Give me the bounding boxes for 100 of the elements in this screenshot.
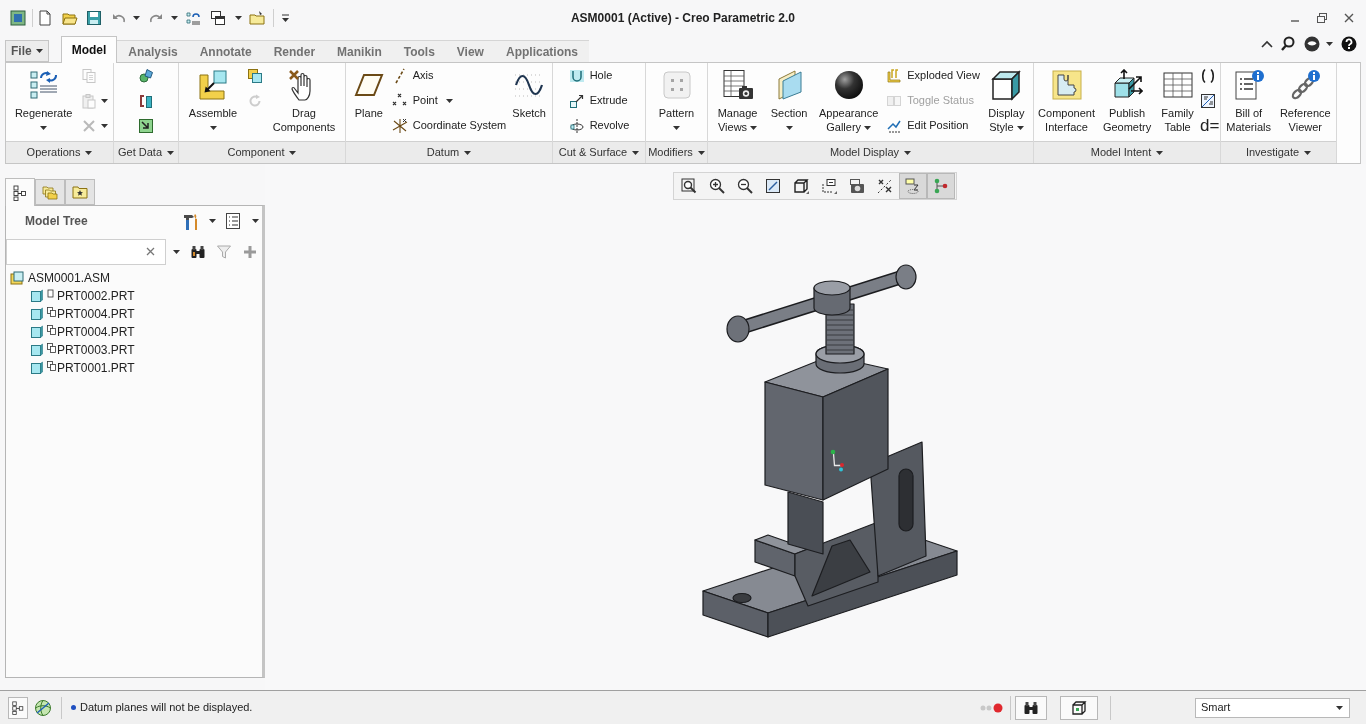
caret-icon (85, 150, 93, 155)
ribbon-button[interactable]: Regenerate (10, 63, 77, 134)
assemble-icon (197, 69, 229, 101)
ribbon-button[interactable]: Appearance Gallery (815, 63, 882, 134)
windows-icon[interactable] (210, 10, 226, 26)
ribbon-button[interactable]: Edit Position (886, 117, 969, 134)
ribbon-button[interactable]: Sketch (507, 63, 552, 120)
chain-info-icon (1289, 69, 1322, 101)
caret-icon (1326, 42, 1333, 46)
ribbon-button[interactable]: Display Style (984, 63, 1029, 134)
caret-icon (464, 150, 472, 155)
clear-icon[interactable] (146, 247, 155, 256)
record-indicator-icon (980, 702, 1004, 713)
ribbon-button[interactable]: Hole (568, 67, 613, 84)
puzzle-icon (1050, 69, 1083, 101)
part-icon (30, 289, 44, 303)
tag-icon (905, 178, 921, 194)
assembly-icon (10, 271, 24, 285)
sphere-icon (832, 69, 865, 101)
open-folder-icon[interactable] (62, 10, 78, 26)
ribbon-button[interactable]: Extrude (568, 92, 628, 109)
ribbon-button[interactable]: Reference Viewer (1276, 63, 1335, 134)
zoom-out-icon (737, 178, 753, 194)
ribbon-button[interactable]: Assemble (185, 63, 241, 134)
extrude-icon (568, 92, 585, 109)
panel-title: Model Tree (25, 213, 88, 230)
tree-item[interactable]: PRT0003.PRT (6, 341, 262, 359)
ribbon-button[interactable]: Section (767, 63, 812, 134)
shapes-icon[interactable] (138, 67, 154, 84)
ribbon-button[interactable]: Axis (391, 67, 434, 84)
list-settings-icon[interactable] (225, 212, 241, 230)
group-menu-button[interactable]: Datum (426, 144, 472, 161)
tree-item[interactable]: PRT0004.PRT (6, 323, 262, 341)
selection-button[interactable] (1060, 695, 1098, 720)
ribbon-button[interactable]: Family Table (1155, 63, 1200, 134)
brackets-icon[interactable] (1200, 67, 1217, 84)
find-button[interactable] (1015, 695, 1047, 720)
hole-icon (568, 67, 585, 84)
ribbon-button[interactable]: Drag Components (269, 63, 339, 134)
ribbon-tab[interactable]: Analysis (117, 40, 189, 62)
ribbon-button[interactable]: Component Interface (1034, 63, 1099, 134)
folder-icon[interactable] (249, 10, 265, 26)
ribbon-button[interactable]: Publish Geometry (1099, 63, 1156, 134)
navigator-tab[interactable] (5, 178, 35, 206)
binoculars-icon[interactable] (190, 243, 206, 260)
ribbon-tab[interactable]: Tools (392, 40, 446, 62)
zoom-in-icon (709, 178, 725, 194)
boxes-icon[interactable] (247, 67, 263, 84)
ribbon-button[interactable]: Coordinate System (391, 117, 507, 134)
part-icon (30, 325, 44, 339)
ribbon-tab[interactable]: View (445, 40, 495, 62)
tree-item[interactable]: ASM0001.ASM (6, 269, 262, 287)
ribbon-tab[interactable]: Render (262, 40, 327, 62)
ribbon-tab[interactable]: Annotate (188, 40, 263, 62)
nodes-icon (933, 178, 949, 194)
ribbon-button[interactable]: Revolve (568, 117, 630, 134)
help-icon[interactable] (1341, 36, 1357, 52)
tree-item[interactable]: PRT0001.PRT (6, 359, 262, 377)
plus-icon[interactable] (243, 244, 257, 259)
ribbon-tab[interactable]: Applications (494, 40, 589, 62)
tree-icon (11, 700, 25, 715)
ribbon-tab[interactable]: Model (60, 36, 118, 63)
bracket-bar-icon[interactable] (138, 92, 154, 109)
formula-button[interactable]: d= (1200, 117, 1220, 134)
regenerate-icon[interactable] (185, 10, 201, 26)
ribbon-button[interactable]: Exploded View (886, 67, 980, 84)
caret-icon (167, 150, 174, 155)
repaint-icon (765, 178, 781, 194)
tree-item[interactable]: PRT0004.PRT (6, 305, 262, 323)
customize-caret-icon[interactable] (281, 13, 290, 23)
list-info-icon (1232, 69, 1265, 101)
group-menu-button[interactable]: Model Display (829, 144, 912, 161)
dashed-frame-icon (821, 178, 837, 194)
circle-badge-icon[interactable] (1304, 36, 1320, 52)
ribbon-button[interactable]: Bill of Materials (1222, 63, 1275, 134)
new-file-icon[interactable] (37, 10, 53, 26)
ribbon-tab[interactable]: Manikin (326, 40, 393, 62)
cube-outline-icon (793, 178, 809, 194)
coordinate-system-icon (391, 117, 408, 134)
caret-icon (904, 150, 912, 155)
caret-icon (697, 150, 705, 155)
ribbon-button[interactable]: Point (391, 92, 453, 109)
save-icon[interactable] (86, 10, 102, 26)
search-icon[interactable] (1281, 36, 1295, 52)
cube-arrows-icon (1111, 69, 1144, 101)
globe-icon[interactable] (34, 698, 52, 717)
coordinate-triad-icon (830, 449, 845, 472)
dimension-switch-icon[interactable] (1200, 92, 1217, 109)
ribbon-button[interactable]: Plane (346, 63, 391, 120)
tree-item[interactable]: PRT0002.PRT (6, 287, 262, 305)
selection-filter-dropdown[interactable]: Smart (1195, 697, 1350, 718)
collapse-ribbon-icon[interactable] (1260, 39, 1274, 49)
status-message: Datum planes will not be displayed. (80, 700, 253, 716)
ribbon-button[interactable]: Pattern (654, 63, 699, 134)
ribbon-button[interactable]: Manage Views (712, 63, 763, 134)
restore-icon[interactable] (1316, 12, 1328, 24)
file-menu-button[interactable]: File (5, 40, 49, 62)
close-icon[interactable] (1343, 12, 1355, 24)
search-field[interactable] (6, 238, 166, 265)
tree-toggle-button[interactable] (8, 696, 28, 719)
